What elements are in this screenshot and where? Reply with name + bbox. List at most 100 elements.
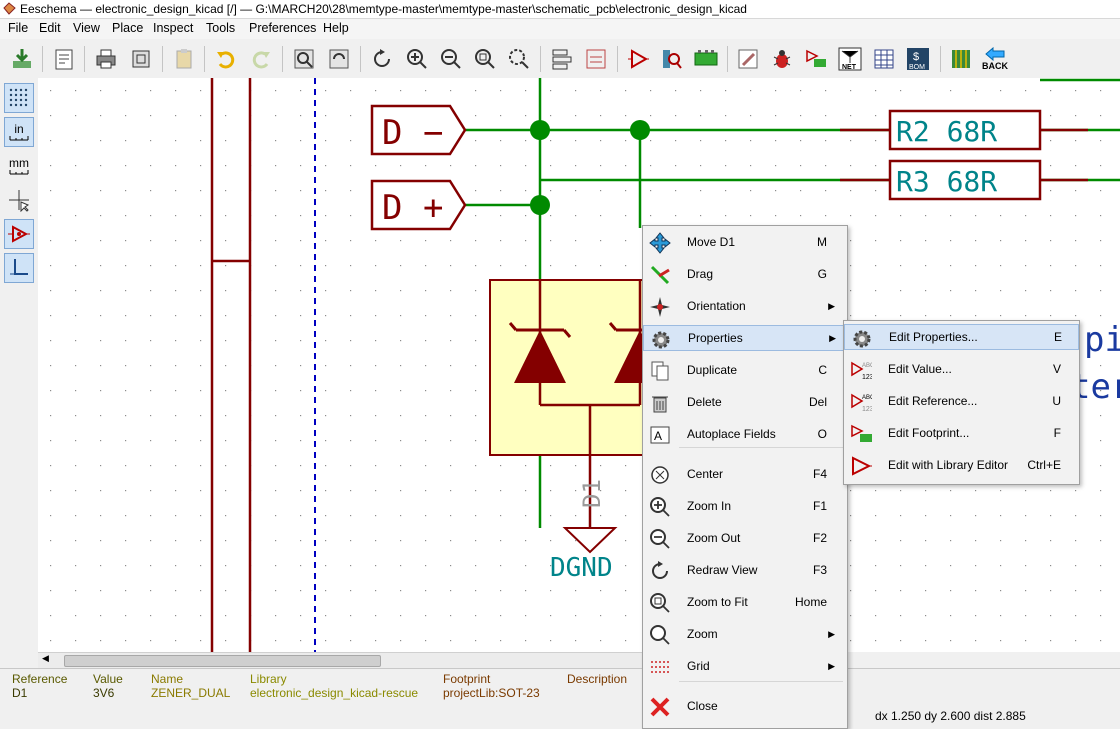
spreadsheet-button[interactable] [870,45,898,73]
submenu-arrow-icon: ▶ [828,628,835,639]
r3-label: R3 68R [896,165,997,198]
context-menu-item-redraw-view[interactable]: Redraw View F3 [643,557,845,583]
zoom-out-button[interactable] [437,45,465,73]
hierarchy-navigator-button[interactable] [548,45,576,73]
cursor-shape-button[interactable] [4,185,34,215]
back-label: BACK [982,61,1008,71]
context-menu-item-autoplace-fields[interactable]: A Autoplace Fields O [643,421,845,447]
menu-edit[interactable]: Edit [39,21,61,35]
find-button[interactable] [290,45,318,73]
status-bar: Reference D1 Value 3V6 Name ZENER_DUAL Libr… [0,668,1120,728]
zoom-in-button[interactable] [403,45,431,73]
submenu-item-edit-reference[interactable]: ABC 123 Edit Reference... U [844,388,1077,414]
submenu-item-shortcut: U [1052,394,1061,408]
grid-toggle-button[interactable] [4,83,34,113]
wire-angle-button[interactable] [4,253,34,283]
hierarchy-icon [552,49,572,70]
library-browser-button[interactable] [658,45,686,73]
label-dminus[interactable]: D − [370,104,467,156]
menu-inspect[interactable]: Inspect [153,21,193,35]
menu-preferences[interactable]: Preferences [249,21,316,35]
menu-view[interactable]: View [73,21,100,35]
page-settings-button[interactable] [50,45,78,73]
redo-button[interactable] [247,45,275,73]
context-menu-item-zoom[interactable]: Zoom ▶ [643,621,845,647]
paste-button[interactable] [170,45,198,73]
horizontal-scrollbar[interactable]: ◀ [38,652,643,668]
redo-icon [252,51,270,69]
menu-bar: File Edit View Place Inspect Tools Prefe… [0,19,1120,39]
context-menu-item-shortcut: Del [808,395,827,409]
zoom-selection-icon [509,49,529,69]
units-inches-button[interactable]: in [4,117,34,147]
context-menu-item-close[interactable]: Close [643,693,845,719]
symbol-editor-button[interactable] [624,45,652,73]
hidden-pins-icon [8,225,30,243]
context-menu-item-duplicate[interactable]: Duplicate C [643,357,845,383]
context-menu-item-zoom-in[interactable]: Zoom In F1 [643,493,845,519]
menu-help[interactable]: Help [323,21,349,35]
submenu-item-edit-footprint[interactable]: Edit Footprint... F [844,420,1077,446]
context-menu-item-label: Duplicate [687,363,738,377]
zoom-fit-button[interactable] [471,45,499,73]
context-menu-item-zoom-out[interactable]: Zoom Out F2 [643,525,845,551]
context-menu-item-shortcut: M [817,235,827,249]
bom-button[interactable]: $ BOM [904,45,932,73]
context-menu-item-center[interactable]: Center F4 [643,461,845,487]
context-menu-item-properties[interactable]: Properties ▶ [643,325,847,351]
hidden-pins-button[interactable] [4,219,34,249]
assign-footprints-button[interactable] [802,45,830,73]
menu-tools[interactable]: Tools [206,21,235,35]
scroll-left-icon[interactable]: ◀ [42,653,49,664]
context-menu-item-grid[interactable]: Grid ▶ [643,653,845,679]
status-name: Name ZENER_DUAL [151,672,230,700]
context-menu-item-label: Autoplace Fields [687,427,776,441]
back-arrow-icon [985,47,1005,61]
leave-sheet-button[interactable] [582,45,610,73]
submenu-arrow-icon: ▶ [829,332,836,343]
units-mm-button[interactable]: mm [4,151,34,181]
context-menu-item-drag[interactable]: Drag G [643,261,845,287]
submenu-item-edit-value[interactable]: ABC 123 Edit Value... V [844,356,1077,382]
units-inches-label: in [14,122,24,136]
context-menu-item-delete[interactable]: Delete Del [643,389,845,415]
edit-symbol-fields-button[interactable] [734,45,762,73]
zoom-fit-icon [649,592,671,614]
undo-button[interactable] [212,45,240,73]
zoom-in-icon [407,49,427,69]
submenu-item-edit-properties[interactable]: Edit Properties... E [844,324,1079,350]
menu-file[interactable]: File [8,21,28,35]
pcbnew-button[interactable] [947,45,975,73]
junction-dot [530,195,550,215]
annotate-button[interactable] [692,45,720,73]
erc-button[interactable] [768,45,796,73]
name-header: Name [151,672,184,686]
context-menu-item-label: Close [687,699,718,713]
status-value: Value 3V6 [93,672,123,700]
find-replace-button[interactable] [325,45,353,73]
submenu-item-label: Edit Value... [888,362,952,376]
context-menu-item-zoom-to-fit[interactable]: Zoom to Fit Home [643,589,845,615]
scrollbar-thumb[interactable] [64,655,381,667]
zoom-selection-button[interactable] [505,45,533,73]
context-menu-item-move-d1[interactable]: Move D1 M [643,229,845,255]
label-dplus[interactable]: D + [370,179,467,231]
menu-place[interactable]: Place [112,21,143,35]
save-button[interactable] [8,45,36,73]
value-header: Value [93,672,123,686]
gear-icon [650,329,672,351]
orthogonal-wire-icon [10,259,28,275]
print-button[interactable] [92,45,120,73]
gear-icon [851,328,873,350]
bom-label: BOM [909,64,925,71]
submenu-item-edit-with-library-editor[interactable]: Edit with Library Editor Ctrl+E [844,452,1077,478]
zoom-fit-icon [475,49,495,69]
netlist-button[interactable]: NET [836,45,864,73]
back-button[interactable]: BACK [981,45,1009,73]
context-menu: Move D1 M Drag G Orientation ▶ Properties ▶ Dupl… [642,225,848,729]
context-menu-item-orientation[interactable]: Orientation ▶ [643,293,845,319]
svg-text:$: $ [913,51,919,63]
leave-sheet-icon [586,49,606,69]
plot-button[interactable] [127,45,155,73]
redraw-button[interactable] [368,45,396,73]
